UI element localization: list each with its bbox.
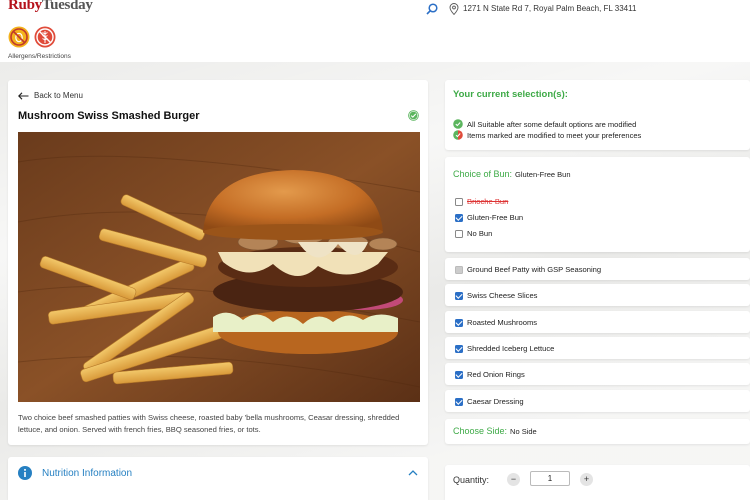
checkbox[interactable] xyxy=(455,344,463,353)
back-to-menu-label: Back to Menu xyxy=(34,91,83,100)
checkbox[interactable] xyxy=(455,397,463,406)
selection-row-text: All Suitable after some default options … xyxy=(467,119,637,129)
checkbox[interactable] xyxy=(455,291,463,300)
arrow-left-icon xyxy=(18,91,29,100)
ingredient-row-caesar: Caesar Dressing xyxy=(445,390,750,412)
nutrition-accordion[interactable]: Nutrition Information xyxy=(8,457,428,500)
bun-choice-value: Gluten-Free Bun xyxy=(515,170,571,179)
item-detail-card: Back to Menu Mushroom Swiss Smashed Burg… xyxy=(8,80,428,445)
ingredient-label: Swiss Cheese Slices xyxy=(467,291,538,300)
bun-option-no-bun[interactable]: No Bun xyxy=(455,229,492,238)
site-header: RubyTuesday Allergens/Restrictions 1271 … xyxy=(0,0,750,62)
info-icon xyxy=(18,466,32,480)
choose-side-heading: Choose Side: No Side xyxy=(453,426,537,436)
allergen-icons xyxy=(8,26,56,48)
brand-logo[interactable]: RubyTuesday xyxy=(8,0,93,14)
checkbox[interactable] xyxy=(455,197,463,206)
ingredient-option[interactable]: Caesar Dressing xyxy=(455,397,524,406)
search-icon[interactable] xyxy=(426,3,438,15)
suitable-check-icon xyxy=(408,110,419,121)
quantity-input[interactable] xyxy=(530,471,570,486)
bun-option-label: No Bun xyxy=(467,229,493,238)
ingredient-row-swiss: Swiss Cheese Slices xyxy=(445,284,750,306)
choose-side-card[interactable]: Choose Side: No Side xyxy=(445,419,750,444)
checkbox[interactable] xyxy=(455,318,463,327)
burger-photo xyxy=(18,132,420,402)
quantity-card: Quantity: − + xyxy=(445,465,750,500)
ingredient-row-mushrooms: Roasted Mushrooms xyxy=(445,311,750,333)
ingredient-option: Ground Beef Patty with GSP Seasoning xyxy=(455,265,601,274)
store-address[interactable]: 1271 N State Rd 7, Royal Palm Beach, FL … xyxy=(463,4,636,13)
bun-choice-label: Choice of Bun: xyxy=(453,169,513,179)
bun-option-brioche[interactable]: Brioche Bun xyxy=(455,197,508,206)
checkbox[interactable] xyxy=(455,213,463,222)
choose-side-value: No Side xyxy=(510,427,537,436)
checkbox[interactable] xyxy=(455,229,463,238)
bun-option-gluten-free[interactable]: Gluten-Free Bun xyxy=(455,213,523,222)
ingredient-label: Ground Beef Patty with GSP Seasoning xyxy=(467,265,602,274)
current-selection-card: Your current selection(s): All Suitable … xyxy=(445,80,750,150)
back-to-menu-link[interactable]: Back to Menu xyxy=(18,91,83,100)
chevron-up-icon[interactable] xyxy=(408,469,418,476)
allergen-label: Allergens/Restrictions xyxy=(8,53,71,60)
item-description: Two choice beef smashed patties with Swi… xyxy=(18,413,400,434)
bun-option-label: Brioche Bun xyxy=(467,197,509,206)
quantity-decrement-button[interactable]: − xyxy=(507,473,520,486)
no-wheat-icon[interactable] xyxy=(34,26,56,48)
selection-title: Your current selection(s): xyxy=(453,89,568,100)
quantity-label: Quantity: xyxy=(453,475,490,485)
ingredient-row-lettuce: Shredded Iceberg Lettuce xyxy=(445,337,750,359)
ingredient-row-patty: Ground Beef Patty with GSP Seasoning xyxy=(445,258,750,280)
selection-row-modified: Items marked are modified to meet your p… xyxy=(453,130,641,140)
item-title: Mushroom Swiss Smashed Burger xyxy=(18,110,200,122)
bun-choice-card: Choice of Bun: Gluten-Free Bun Brioche Bu… xyxy=(445,157,750,252)
selection-row-suitable: All Suitable after some default options … xyxy=(453,119,636,129)
ingredient-option[interactable]: Roasted Mushrooms xyxy=(455,318,537,327)
modified-badge-icon xyxy=(453,130,463,140)
bun-option-label: Gluten-Free Bun xyxy=(467,213,524,222)
quantity-increment-button[interactable]: + xyxy=(580,473,593,486)
bun-choice-heading: Choice of Bun: Gluten-Free Bun xyxy=(453,169,571,179)
checkbox xyxy=(455,265,463,274)
no-egg-icon[interactable] xyxy=(8,26,30,48)
ingredient-label: Caesar Dressing xyxy=(467,397,524,406)
choose-side-label: Choose Side: xyxy=(453,426,508,436)
checkbox[interactable] xyxy=(455,370,463,379)
ingredient-label: Shredded Iceberg Lettuce xyxy=(467,344,555,353)
ingredient-option[interactable]: Red Onion Rings xyxy=(455,370,525,379)
brand-name-part2: Tuesday xyxy=(41,0,93,13)
brand-name-part1: Ruby xyxy=(8,0,42,13)
ingredient-option[interactable]: Swiss Cheese Slices xyxy=(455,291,537,300)
green-check-badge-icon xyxy=(453,119,463,129)
location-pin-icon xyxy=(449,3,459,15)
ingredient-label: Roasted Mushrooms xyxy=(467,318,538,327)
selection-row-text: Items marked are modified to meet your p… xyxy=(467,130,642,140)
ingredient-option[interactable]: Shredded Iceberg Lettuce xyxy=(455,344,554,353)
nutrition-label: Nutrition Information xyxy=(42,468,133,479)
ingredient-row-onion: Red Onion Rings xyxy=(445,363,750,385)
ingredient-label: Red Onion Rings xyxy=(467,370,525,379)
